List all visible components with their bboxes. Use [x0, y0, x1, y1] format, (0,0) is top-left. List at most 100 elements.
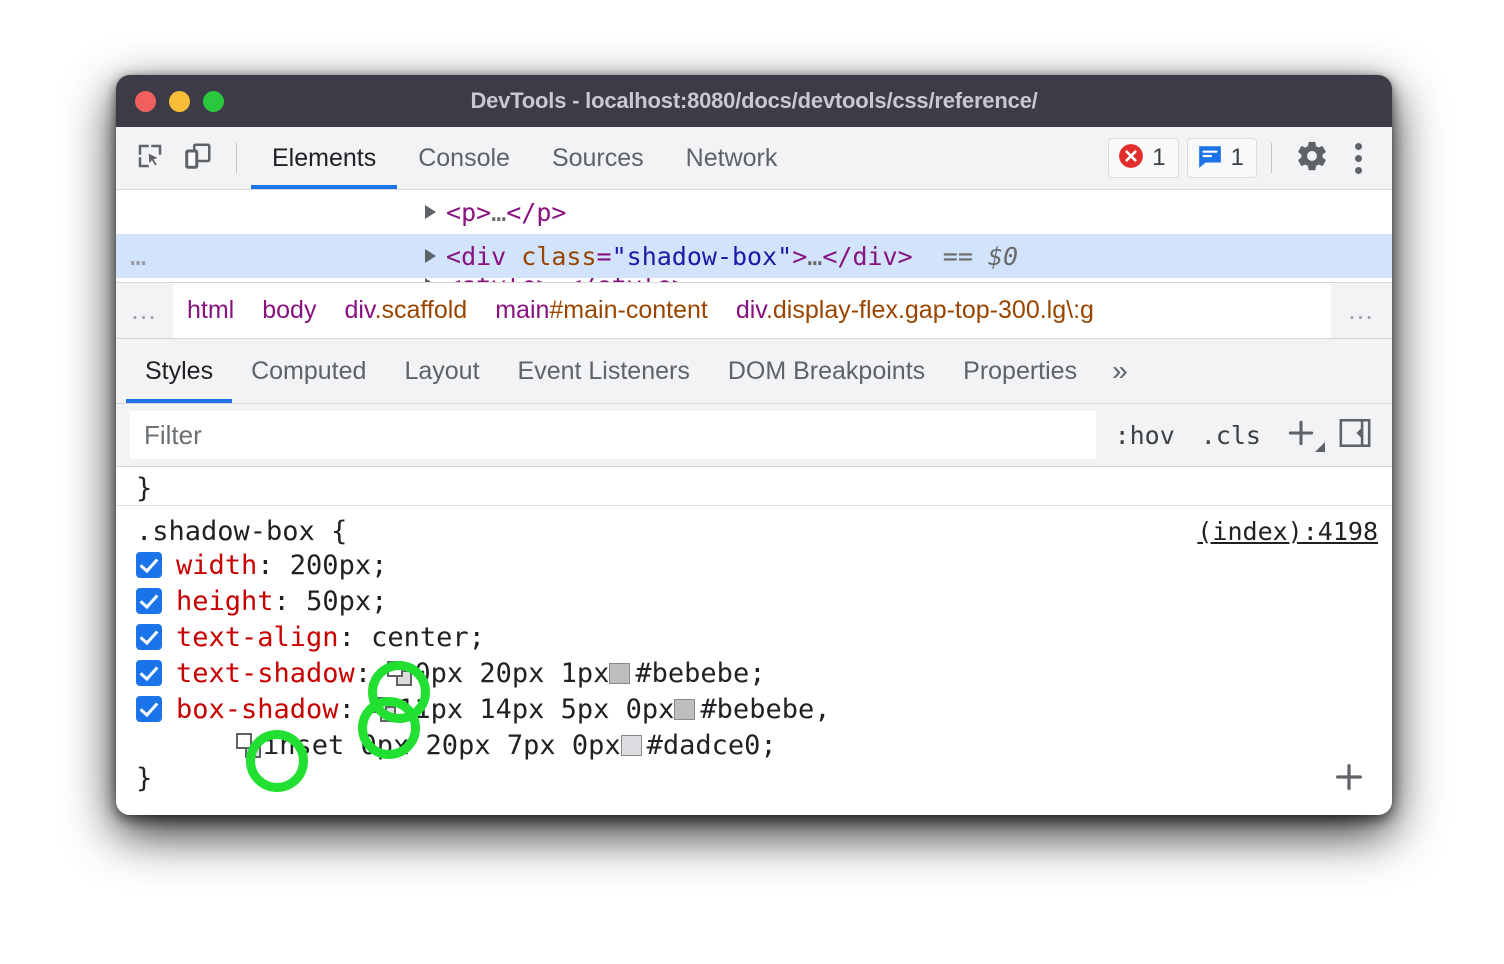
declaration-box-shadow-inset-value[interactable]: inset 0px 20px 7px 0px: [263, 730, 621, 761]
kebab-dot-3: [1355, 167, 1362, 174]
declaration-height-checkbox[interactable]: [136, 588, 162, 614]
breadcrumb-item-div-flex-class: .display-flex.gap-top-300.lg\:g: [766, 296, 1094, 324]
breadcrumb-overflow-right[interactable]: …: [1331, 283, 1392, 338]
declaration-box-shadow[interactable]: box-shadow: 11px 14px 5px 0px #bebebe,: [116, 691, 1392, 727]
shadow-editor-icon-3[interactable]: [236, 733, 261, 758]
tab-styles[interactable]: Styles: [126, 339, 232, 403]
declaration-height-value[interactable]: 50px;: [306, 586, 387, 617]
declaration-text-shadow[interactable]: text-shadow: 0px 20px 1px #bebebe;: [116, 655, 1392, 691]
declaration-height-property[interactable]: height: [176, 586, 274, 617]
declaration-width-value[interactable]: 200px;: [290, 550, 388, 581]
kebab-menu-icon: [1355, 143, 1362, 150]
device-toolbar-button[interactable]: [174, 136, 222, 180]
dom-row-markup: <p>…</p>: [446, 198, 566, 227]
dom-row-markup-2: <div class="shadow-box">…</div> == $0: [446, 242, 1018, 271]
hover-state-button[interactable]: :hov: [1102, 421, 1188, 450]
expand-triangle-icon[interactable]: [425, 205, 436, 219]
tab-dom-breakpoints[interactable]: DOM Breakpoints: [709, 339, 944, 403]
declaration-width-property[interactable]: width: [176, 550, 257, 581]
breadcrumb-item-div-flex[interactable]: div.display-flex.gap-top-300.lg\:g: [722, 296, 1108, 325]
tab-dom-breakpoints-label: DOM Breakpoints: [728, 357, 925, 386]
tab-event-listeners[interactable]: Event Listeners: [499, 339, 709, 403]
declaration-text-align-property[interactable]: text-align: [176, 622, 339, 653]
breadcrumb-item-main[interactable]: main#main-content: [481, 296, 722, 325]
color-swatch-3[interactable]: [621, 735, 642, 756]
dom-tree[interactable]: <p>…</p> … <div class="shadow-box">…</di…: [116, 190, 1392, 282]
pane-tabs-overflow-button[interactable]: »: [1096, 339, 1144, 403]
gear-icon: [1295, 139, 1329, 178]
tab-console[interactable]: Console: [397, 127, 531, 189]
more-options-button[interactable]: [1338, 135, 1378, 181]
tab-network[interactable]: Network: [665, 127, 799, 189]
add-property-button[interactable]: [1332, 760, 1366, 801]
close-window-button[interactable]: [135, 91, 156, 112]
styles-filter-row: :hov .cls: [116, 404, 1392, 467]
declaration-text-shadow-value[interactable]: 0px 20px 1px: [414, 658, 609, 689]
declaration-box-shadow-property[interactable]: box-shadow: [176, 694, 339, 725]
tab-event-listeners-label: Event Listeners: [518, 357, 690, 386]
rule-closing-brace: }: [116, 763, 1392, 794]
shadow-editor-icon[interactable]: [387, 661, 412, 686]
toggle-sidebar-icon: [1338, 416, 1372, 455]
declaration-box-shadow-continuation[interactable]: inset 0px 20px 7px 0px #dadce0;: [116, 727, 1392, 763]
tab-computed[interactable]: Computed: [232, 339, 385, 403]
new-style-rule-button[interactable]: [1274, 412, 1328, 458]
screenshot-root: DevTools - localhost:8080/docs/devtools/…: [0, 0, 1504, 964]
rule-source-link[interactable]: (index):4198: [1197, 517, 1378, 546]
tab-sources[interactable]: Sources: [531, 127, 665, 189]
inspect-element-button[interactable]: [126, 136, 174, 180]
error-count: 1: [1152, 144, 1165, 172]
dom-row-shadow-box[interactable]: … <div class="shadow-box">…</div> == $0: [116, 234, 1392, 278]
declaration-text-shadow-checkbox[interactable]: [136, 660, 162, 686]
breadcrumb-item-div-scaffold[interactable]: div.scaffold: [330, 296, 481, 325]
tab-properties[interactable]: Properties: [944, 339, 1096, 403]
chevron-double-right-icon: »: [1112, 355, 1128, 387]
window-title: DevTools - localhost:8080/docs/devtools/…: [116, 88, 1392, 114]
dom-row-p[interactable]: <p>…</p>: [116, 190, 1392, 234]
declaration-text-align[interactable]: text-align: center;: [116, 619, 1392, 655]
maximize-window-button[interactable]: [203, 91, 224, 112]
declaration-continuation-spacer: [136, 732, 162, 758]
message-count: 1: [1231, 144, 1244, 172]
breadcrumb-item-html-tag: html: [187, 296, 234, 324]
declaration-text-align-checkbox[interactable]: [136, 624, 162, 650]
color-swatch-2[interactable]: [674, 699, 695, 720]
breadcrumb-overflow-left[interactable]: …: [116, 283, 173, 338]
declaration-text-align-value[interactable]: center;: [371, 622, 485, 653]
declaration-text-shadow-property[interactable]: text-shadow: [176, 658, 355, 689]
devtools-window: DevTools - localhost:8080/docs/devtools/…: [116, 75, 1392, 815]
color-swatch[interactable]: [609, 663, 630, 684]
dom-row-badge-ellipsis[interactable]: …: [116, 241, 192, 272]
declaration-box-shadow-value[interactable]: 11px 14px 5px 0px: [398, 694, 674, 725]
class-editor-button[interactable]: .cls: [1188, 421, 1274, 450]
breadcrumb-item-html[interactable]: html: [173, 296, 248, 325]
error-count-badge[interactable]: 1: [1108, 138, 1178, 178]
tab-layout[interactable]: Layout: [385, 339, 498, 403]
tab-computed-label: Computed: [251, 357, 366, 386]
declaration-box-shadow-color[interactable]: #bebebe,: [700, 694, 830, 725]
plus-icon: [1285, 417, 1317, 454]
breadcrumb-item-body[interactable]: body: [248, 296, 330, 325]
rule-selector[interactable]: .shadow-box {: [136, 516, 347, 547]
dropdown-caret-icon: [1315, 442, 1325, 452]
tab-elements[interactable]: Elements: [251, 127, 397, 189]
shadow-editor-icon-2[interactable]: [371, 697, 396, 722]
settings-button[interactable]: [1286, 135, 1338, 181]
sidebar-pane-tabs: Styles Computed Layout Event Listeners D…: [116, 339, 1392, 404]
breadcrumb-item-main-tag: main: [495, 296, 549, 324]
error-icon: [1118, 143, 1144, 174]
declaration-width-checkbox[interactable]: [136, 552, 162, 578]
message-count-badge[interactable]: 1: [1187, 138, 1257, 178]
declaration-height[interactable]: height: 50px;: [116, 583, 1392, 619]
breadcrumb-item-div-scaffold-class: .scaffold: [375, 296, 468, 324]
tab-layout-label: Layout: [404, 357, 479, 386]
filter-input[interactable]: [130, 411, 1096, 459]
declaration-box-shadow-inset-color[interactable]: #dadce0;: [647, 730, 777, 761]
expand-triangle-icon-2[interactable]: [425, 249, 436, 263]
minimize-window-button[interactable]: [169, 91, 190, 112]
declaration-text-shadow-color[interactable]: #bebebe;: [635, 658, 765, 689]
toggle-computed-sidebar-button[interactable]: [1328, 412, 1382, 458]
declaration-width[interactable]: width: 200px;: [116, 547, 1392, 583]
window-titlebar: DevTools - localhost:8080/docs/devtools/…: [116, 75, 1392, 127]
declaration-box-shadow-checkbox[interactable]: [136, 696, 162, 722]
